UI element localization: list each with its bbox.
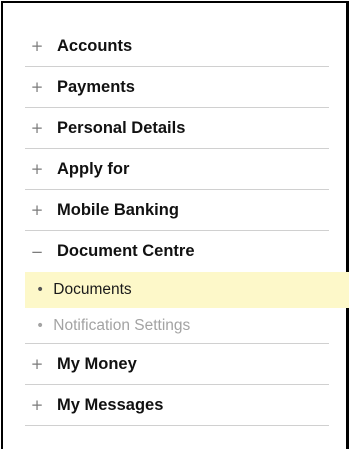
menu-item-label: Mobile Banking [57, 200, 179, 219]
submenu-item-notification-settings[interactable]: • Notification Settings [25, 308, 329, 344]
plus-icon[interactable]: + [30, 398, 44, 413]
submenu-item-label: Documents [53, 281, 132, 298]
menu-item-personal-details[interactable]: + Personal Details [25, 108, 329, 149]
plus-icon[interactable]: + [30, 121, 44, 136]
menu-item-label: My Messages [57, 395, 164, 414]
menu-item-accounts[interactable]: + Accounts [25, 26, 329, 67]
menu-item-my-messages[interactable]: + My Messages [25, 385, 329, 426]
menu-item-label: Payments [57, 77, 135, 96]
menu-item-label: Accounts [57, 36, 133, 55]
plus-icon[interactable]: + [30, 80, 44, 95]
side-menu: + Accounts + Payments + Personal Details… [25, 26, 349, 426]
plus-icon[interactable]: + [30, 357, 44, 372]
menu-item-label: Apply for [57, 159, 130, 178]
menu-item-my-money[interactable]: + My Money [25, 344, 329, 385]
navigation-panel: + Accounts + Payments + Personal Details… [1, 1, 349, 449]
submenu-item-documents[interactable]: • Documents [25, 272, 349, 308]
submenu-item-label: Notification Settings [53, 316, 191, 334]
plus-icon[interactable]: + [30, 162, 44, 177]
bullet-icon: • [36, 317, 45, 334]
menu-item-payments[interactable]: + Payments [25, 67, 329, 108]
menu-item-label: Document Centre [57, 242, 195, 260]
bullet-icon: • [36, 282, 45, 298]
plus-icon[interactable]: + [30, 39, 44, 54]
menu-item-apply-for[interactable]: + Apply for [25, 149, 329, 190]
menu-item-document-centre[interactable]: − Document Centre [25, 231, 329, 272]
minus-icon[interactable]: − [30, 244, 44, 259]
menu-item-label: My Money [57, 354, 137, 373]
plus-icon[interactable]: + [30, 203, 44, 218]
menu-item-label: Personal Details [57, 118, 186, 137]
menu-item-mobile-banking[interactable]: + Mobile Banking [25, 190, 329, 231]
